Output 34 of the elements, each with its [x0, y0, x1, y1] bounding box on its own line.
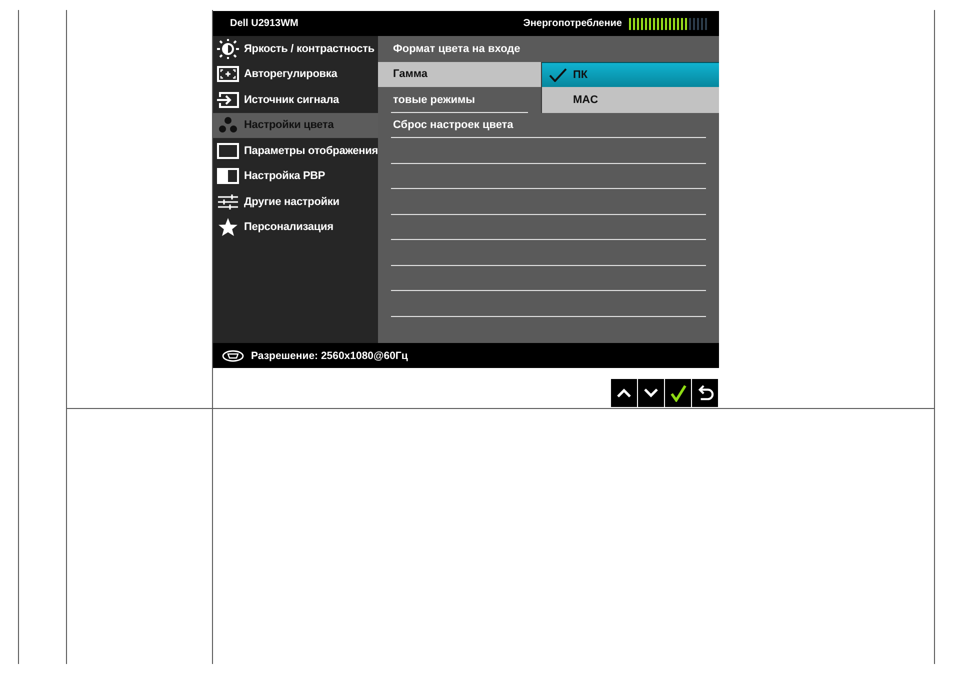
down-button[interactable]	[638, 379, 664, 407]
confirm-button[interactable]	[665, 379, 691, 407]
sun-icon	[216, 38, 240, 59]
submenu-item[interactable]: Формат цвета на входе	[378, 36, 719, 62]
three-dots-icon	[216, 115, 240, 136]
menu-item[interactable]: Яркость / контрастность	[213, 36, 378, 62]
menu-item[interactable]: Настройка PBP	[213, 164, 378, 189]
framed-plus-icon	[216, 64, 240, 84]
menu-item[interactable]: Другие настройки	[213, 189, 378, 214]
menu-item[interactable]: Параметры отображения	[213, 138, 378, 164]
arrow-into-box-icon	[216, 90, 240, 110]
sliders-icon	[216, 192, 240, 212]
star-icon	[216, 217, 240, 238]
resolution-text: Разрешение: 2560x1080@60Гц	[251, 350, 408, 362]
back-arrow-icon	[696, 384, 714, 402]
menu-item[interactable]: Источник сигнала	[213, 87, 378, 112]
rectangle-icon	[216, 140, 240, 161]
back-button[interactable]	[692, 379, 718, 407]
check-icon	[670, 384, 686, 402]
menu-item[interactable]: Персонализация	[213, 214, 378, 240]
submenu-item[interactable]: Сброс настроек цвета	[378, 112, 719, 138]
up-button[interactable]	[611, 379, 637, 407]
half-filled-rectangle-icon	[216, 166, 240, 186]
chevron-down-icon	[643, 388, 659, 398]
option-item[interactable]: ПК	[542, 62, 719, 87]
port-icon	[222, 350, 244, 362]
energy-label: Энергопотребление	[523, 18, 622, 29]
chevron-up-icon	[616, 388, 632, 398]
option-item[interactable]: MAC	[542, 87, 719, 112]
submenu-item[interactable]: Гамма	[378, 62, 541, 87]
model-name: Dell U2913WM	[230, 18, 298, 29]
menu-item[interactable]: Авторегулировка	[213, 62, 378, 87]
submenu-item[interactable]: товые режимы	[378, 87, 541, 112]
check-icon	[549, 68, 567, 82]
